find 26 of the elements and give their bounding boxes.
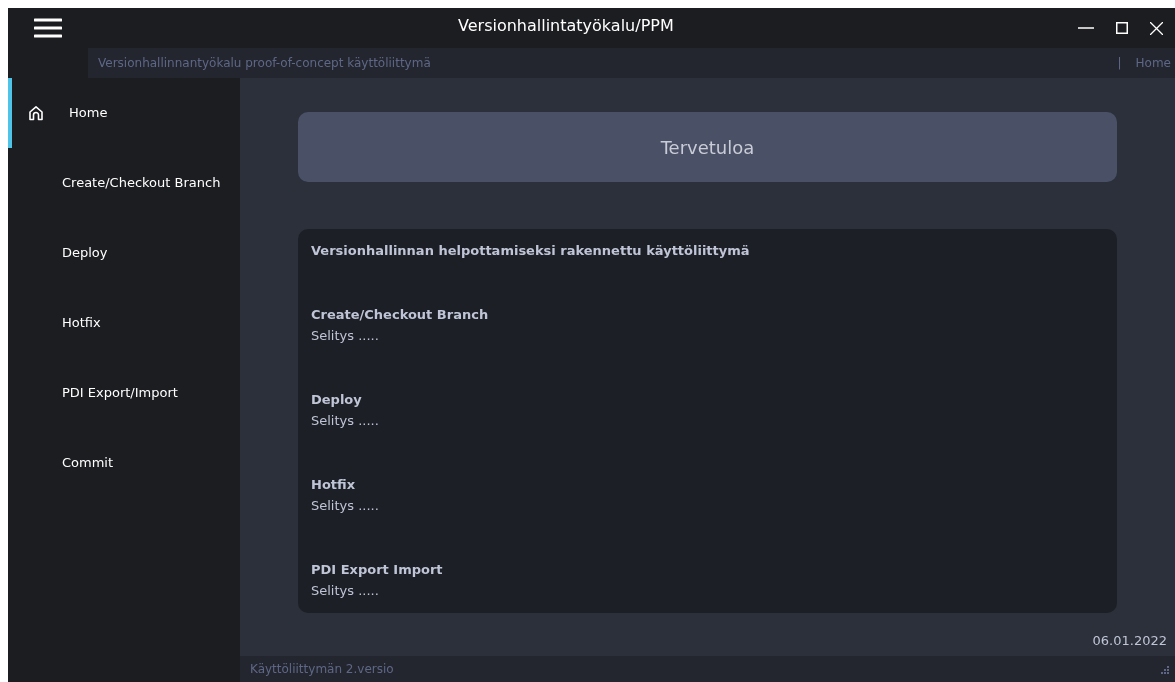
sidebar-item[interactable]: Create/Checkout Branch — [8, 148, 240, 218]
home-icon — [28, 105, 44, 121]
section-title: Deploy — [311, 390, 363, 409]
sidebar-item[interactable]: Deploy — [8, 218, 240, 288]
section-description: Selitys ..... — [311, 497, 380, 515]
section-description: Selitys ..... — [311, 412, 380, 430]
status-text: Käyttöliittymän 2.versio — [250, 661, 394, 678]
sidebar-item[interactable]: Hotfix — [8, 288, 240, 358]
section-title: Create/Checkout Branch — [311, 305, 490, 324]
section-description: Selitys ..... — [311, 327, 380, 345]
resize-grip-icon[interactable] — [1160, 664, 1169, 674]
breadcrumb: Home — [1135, 55, 1171, 72]
breadcrumb-separator: | — [1117, 55, 1122, 72]
subtitle: Versionhallinnantyökalu proof-of-concept käyttöliittymä — [98, 55, 431, 72]
welcome-banner: Tervetuloa — [298, 112, 1117, 182]
sidebar-item[interactable]: Commit — [8, 428, 240, 498]
menu-icon[interactable] — [34, 17, 62, 39]
date-label: 06.01.2022 — [1092, 631, 1167, 650]
section-title: Hotfix — [311, 475, 357, 494]
info-heading: Versionhallinnan helpottamiseksi rakennettu käyttöliittymä — [311, 242, 751, 260]
window-title: Versionhallintatyökalu/PPM — [458, 15, 674, 37]
section-title: PDI Export Import — [311, 560, 444, 579]
sidebar-item[interactable]: PDI Export/Import — [8, 358, 240, 428]
maximize-icon[interactable] — [1116, 22, 1128, 34]
section-description: Selitys ..... — [311, 582, 380, 600]
close-icon[interactable] — [1150, 21, 1163, 35]
